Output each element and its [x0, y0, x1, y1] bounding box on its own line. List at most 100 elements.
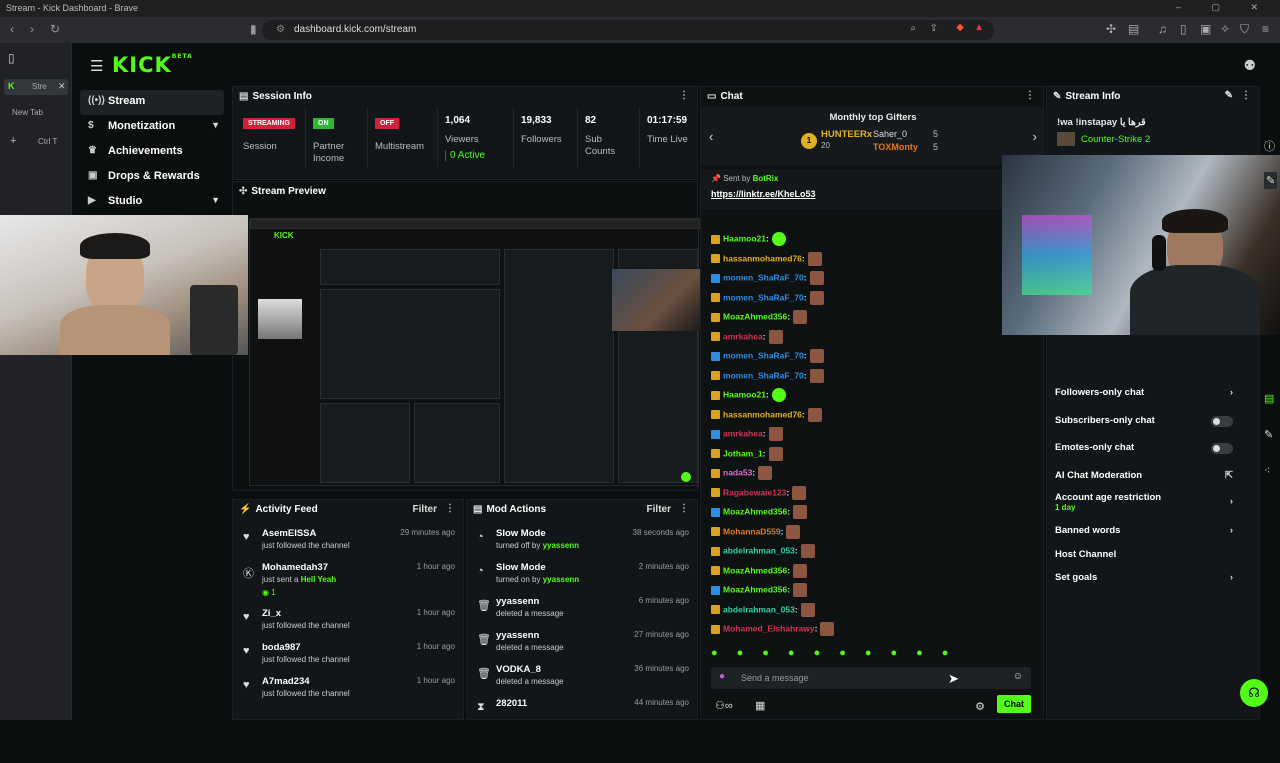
feed-user[interactable]: AsemEISSA [262, 528, 316, 539]
chat-username[interactable]: amrkahea [723, 331, 763, 341]
forward-icon[interactable]: › [30, 22, 34, 36]
more-options-icon[interactable]: ⋮ [679, 503, 689, 514]
chat-input[interactable]: ● Send a message ☺ [711, 667, 1031, 689]
setting-ai-moderation[interactable]: AI Chat Moderation ⇱ [1055, 470, 1233, 481]
mod-action[interactable]: yyassenn [496, 630, 539, 641]
edit-icon[interactable]: ✎ [1225, 90, 1233, 101]
browser-menu-icon[interactable]: ≡ [1262, 22, 1269, 36]
help-headset-icon[interactable]: ☊ [1240, 679, 1268, 707]
filter-button[interactable]: Filter [647, 504, 671, 515]
vpn-icon[interactable]: ⛉ [1240, 22, 1249, 37]
nodes-icon[interactable]: ⁖ [1264, 464, 1270, 477]
sidebar-item-achievements[interactable]: ♛ Achievements [80, 140, 224, 165]
chat-username[interactable]: Haamoo21 [723, 389, 766, 399]
filter-button[interactable]: Filter [413, 504, 437, 515]
setting-emotes-only[interactable]: Emotes-only chat [1055, 442, 1233, 454]
back-icon[interactable]: ‹ [10, 22, 14, 36]
ai-icon[interactable]: ✧ [1220, 22, 1230, 36]
toggle-switch[interactable] [1211, 416, 1233, 427]
sidebar-item-monetization[interactable]: $ Monetization ▼ [80, 115, 224, 140]
address-bar[interactable]: ⚙ dashboard.kick.com/stream ⌕ ⇪ ◆ ▲ [262, 20, 994, 40]
chat-username[interactable]: MoazAhmed356 [723, 311, 787, 321]
chat-username[interactable]: Jotham_1 [723, 448, 763, 458]
gifter-name[interactable]: Saher_0 [873, 129, 907, 139]
mod-action[interactable]: 282011 [496, 698, 527, 709]
prev-arrow-icon[interactable]: ‹ [709, 129, 713, 144]
chat-username[interactable]: momen_ShaRaF_70 [723, 370, 804, 380]
setting-host-channel[interactable]: Host Channel [1055, 549, 1233, 560]
rewards-icon[interactable]: ▲ [974, 22, 984, 33]
setting-subscribers-only[interactable]: Subscribers-only chat [1055, 415, 1233, 427]
chat-username[interactable]: MoazAhmed356 [723, 584, 787, 594]
chat-username[interactable]: momen_ShaRaF_70 [723, 272, 804, 282]
brave-shield-icon[interactable]: ◆ [956, 22, 964, 33]
feed-user[interactable]: boda987 [262, 642, 301, 653]
sidebar-panel-icon[interactable]: ▯ [8, 51, 15, 65]
new-tab-plus-icon[interactable]: + [10, 135, 16, 147]
setting-account-age[interactable]: Account age restriction › 1 day [1055, 492, 1233, 512]
category-link[interactable]: Counter-Strike 2 [1081, 134, 1150, 145]
more-options-icon[interactable]: ⋮ [445, 503, 455, 514]
sidebar-item-studio[interactable]: ▶ Studio ▼ [80, 190, 224, 215]
setting-set-goals[interactable]: Set goals › [1055, 572, 1233, 583]
chat-username[interactable]: Mohamed_Elshahrawy [723, 623, 815, 633]
mod-action[interactable]: VODKA_8 [496, 664, 541, 675]
feed-user[interactable]: A7mad234 [262, 676, 310, 687]
feed-user[interactable]: Zi_x [262, 608, 281, 619]
chat-username[interactable]: amrkahea [723, 428, 763, 438]
chat-username[interactable]: hassanmohamed76 [723, 409, 802, 419]
kick-logo[interactable]: KICKBETA [112, 53, 193, 77]
partner-income-stat[interactable]: ON Partner Income [313, 117, 365, 165]
site-info-icon[interactable]: ⚙ [276, 24, 285, 35]
chat-username[interactable]: MoazAhmed356 [723, 565, 787, 575]
emote-picker-icon[interactable]: ● [719, 671, 725, 682]
setting-followers-only[interactable]: Followers-only chat › [1055, 387, 1233, 398]
store-icon[interactable]: ▦ [755, 699, 765, 712]
chat-username[interactable]: MoazAhmed356 [723, 506, 787, 516]
mod-action[interactable]: yyassenn [496, 596, 539, 607]
sidebar-toggle-icon[interactable]: ▯ [1180, 22, 1187, 36]
chat-username[interactable]: momen_ShaRaF_70 [723, 292, 804, 302]
send-chat-button[interactable]: Chat [997, 695, 1031, 713]
close-tab-icon[interactable]: ✕ [58, 81, 66, 92]
chat-username[interactable]: Haamoo21 [723, 233, 766, 243]
wallet-icon[interactable]: ▣ [1200, 22, 1211, 36]
pencil-rail-icon[interactable]: ✎ [1264, 172, 1278, 189]
feed-user[interactable]: Mohamedah37 [262, 562, 328, 573]
next-arrow-icon[interactable]: › [1033, 129, 1037, 144]
chat-username[interactable]: nada53 [723, 467, 752, 477]
smile-icon[interactable]: ☺ [1013, 671, 1023, 682]
sidebar-item-drops[interactable]: ▣ Drops & Rewards [80, 165, 224, 190]
reader-icon[interactable]: ▤ [1128, 22, 1139, 36]
reload-icon[interactable]: ↻ [50, 22, 60, 36]
hamburger-menu-icon[interactable]: ☰ [90, 57, 103, 75]
chat-username[interactable]: hassanmohamed76 [723, 253, 802, 263]
setting-banned-words[interactable]: Banned words › [1055, 525, 1233, 536]
chat-users-icon[interactable]: ⚇∞ [715, 699, 733, 712]
gifter-name[interactable]: TOXMonty [873, 142, 918, 152]
chat-rail-icon[interactable]: ▤ [1264, 392, 1274, 405]
wrench-icon[interactable]: ✎ [1264, 428, 1273, 441]
tab-kick-dashboard[interactable]: K Stre ✕ [4, 79, 68, 95]
chat-username[interactable]: abdelrahman_053 [723, 545, 795, 555]
sidebar-item-stream[interactable]: ((•)) Stream [80, 90, 224, 115]
stream-preview-video[interactable]: KICK [249, 218, 700, 486]
window-controls[interactable]: – ▢ ✕ [1176, 2, 1272, 13]
bookmark-icon[interactable]: ▮ [250, 22, 257, 36]
info-circle-icon[interactable]: ⓘ [1264, 138, 1275, 154]
emote-icons[interactable]: ●●●●●●●●●● [711, 647, 967, 659]
music-icon[interactable]: ♫ [1158, 22, 1167, 36]
more-options-icon[interactable]: ⋮ [1241, 90, 1251, 101]
share-icon[interactable]: ⇪ [930, 23, 938, 34]
toggle-switch[interactable] [1211, 443, 1233, 454]
extensions-icon[interactable]: ✣ [1106, 22, 1116, 36]
more-options-icon[interactable]: ⋮ [679, 90, 689, 101]
chat-username[interactable]: abdelrahman_053 [723, 604, 795, 614]
gear-icon[interactable]: ⚙ [975, 700, 985, 713]
chat-username[interactable]: MohannaD559 [723, 526, 781, 536]
multistream-stat[interactable]: OFF Multistream [375, 117, 424, 153]
more-options-icon[interactable]: ⋮ [1025, 90, 1035, 101]
chat-username[interactable]: momen_ShaRaF_70 [723, 350, 804, 360]
zoom-icon[interactable]: ⌕ [910, 23, 916, 34]
pinned-link[interactable]: https://linktr.ee/KheLo53 [711, 189, 816, 199]
